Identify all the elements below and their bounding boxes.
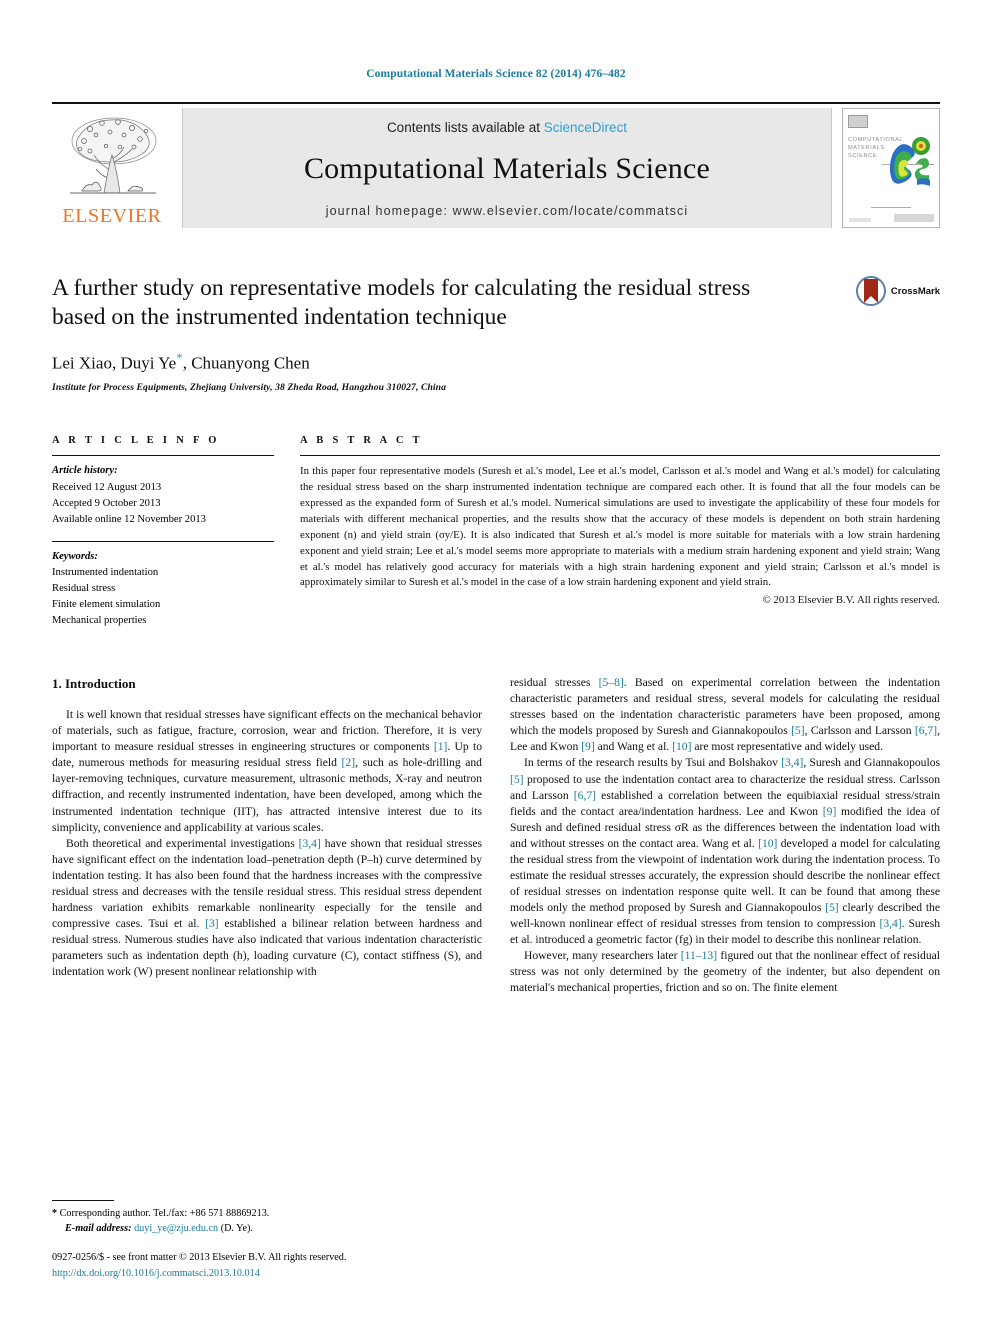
contents-available-line: Contents lists available at ScienceDirec… xyxy=(387,120,627,135)
cover-footer-left xyxy=(849,218,871,222)
article-history-label: Article history: xyxy=(52,465,118,477)
crossmark-icon xyxy=(855,276,886,306)
cover-rule-mid xyxy=(871,207,911,209)
journal-masthead: ELSEVIER Contents lists available at Sci… xyxy=(52,108,940,228)
author-names-first: Lei Xiao, Duyi Ye xyxy=(52,353,177,373)
history-received: Received 12 August 2013 xyxy=(52,481,162,493)
journal-homepage-link[interactable]: journal homepage: www.elsevier.com/locat… xyxy=(326,204,688,218)
title-block: A further study on representative models… xyxy=(52,274,940,393)
abstract-column: A B S T R A C T In this paper four repre… xyxy=(300,435,940,629)
affiliation: Institute for Process Equipments, Zhejia… xyxy=(52,382,446,394)
section-title-introduction: 1. Introduction xyxy=(52,676,136,692)
footnote-corresponding-author: * Corresponding author. Tel./fax: +86 57… xyxy=(52,1206,464,1237)
running-head: Computational Materials Science 82 (2014… xyxy=(366,68,626,80)
article-info-column: A R T I C L E I N F O Article history: R… xyxy=(52,435,300,629)
corresponding-author-text: Corresponding author. Tel./fax: +86 571 … xyxy=(59,1207,270,1219)
abstract-copyright: © 2013 Elsevier B.V. All rights reserved… xyxy=(762,594,940,607)
doi-link[interactable]: http://dx.doi.org/10.1016/j.commatsci.20… xyxy=(52,1266,464,1281)
page-title: A further study on representative models… xyxy=(52,275,751,331)
intro-paragraph-2: Both theoretical and experimental invest… xyxy=(52,836,483,978)
history-available-online: Available online 12 November 2013 xyxy=(52,513,206,525)
email-link[interactable]: duyi_ye@zju.edu.cn xyxy=(134,1223,218,1234)
abstract-text: In this paper four representative models… xyxy=(300,465,940,589)
history-accepted: Accepted 9 October 2013 xyxy=(52,497,161,509)
intro-paragraph-3: residual stresses [5–8]. Based on experi… xyxy=(510,676,940,754)
abstract-heading: A B S T R A C T xyxy=(300,435,423,447)
corresponding-marker: * xyxy=(52,1207,58,1219)
contents-prefix: Contents lists available at xyxy=(386,120,544,135)
sciencedirect-link[interactable]: ScienceDirect xyxy=(544,120,627,135)
intro-paragraph-1: It is well known that residual stresses … xyxy=(52,708,482,834)
author-names-rest: , Chuanyong Chen xyxy=(182,353,310,373)
title-main: A further study on representative models… xyxy=(52,274,856,393)
cover-badge-icon xyxy=(848,115,868,128)
intro-paragraph-5: However, many researchers later [11–13] … xyxy=(510,949,940,995)
issn-line: 0927-0256/$ - see front matter © 2013 El… xyxy=(52,1252,347,1264)
masthead-top-rule xyxy=(52,102,940,104)
keyword-item: Residual stress xyxy=(52,582,116,594)
issn-copyright-block: 0927-0256/$ - see front matter © 2013 El… xyxy=(52,1250,464,1281)
journal-title: Computational Materials Science xyxy=(303,151,711,185)
crossmark-badge[interactable]: CrossMark xyxy=(855,276,940,306)
info-abstract-row: A R T I C L E I N F O Article history: R… xyxy=(52,435,940,629)
email-label: E-mail address: xyxy=(65,1223,132,1235)
elsevier-tree-icon xyxy=(70,117,157,194)
cover-footer-right xyxy=(894,214,934,222)
keywords-label: Keywords: xyxy=(52,550,98,562)
article-info-heading: A R T I C L E I N F O xyxy=(52,435,220,447)
body-column-right: residual stresses [5–8]. Based on experi… xyxy=(510,675,940,996)
elsevier-wordmark: ELSEVIER xyxy=(62,205,162,227)
elsevier-logo: ELSEVIER xyxy=(52,108,172,228)
footnote-rule xyxy=(52,1199,114,1201)
corresponding-author-line: * Corresponding author. Tel./fax: +86 57… xyxy=(52,1206,464,1221)
body-columns: 1. Introduction It is well known that re… xyxy=(52,675,940,996)
keyword-item: Finite element simulation xyxy=(52,599,161,611)
keyword-item: Mechanical properties xyxy=(52,615,147,627)
crossmark-label: CrossMark xyxy=(890,285,940,297)
footnote-zone: * Corresponding author. Tel./fax: +86 57… xyxy=(52,1199,464,1281)
masthead-center-panel: Contents lists available at ScienceDirec… xyxy=(182,108,832,228)
journal-cover-thumbnail: COMPUTATIONAL MATERIALS SCIENCE xyxy=(842,108,940,228)
email-suffix: (D. Ye). xyxy=(218,1223,253,1235)
email-line: E-mail address: duyi_ye@zju.edu.cn (D. Y… xyxy=(52,1221,464,1236)
cover-artwork-icon xyxy=(889,137,930,186)
body-column-left: 1. Introduction It is well known that re… xyxy=(52,675,482,996)
intro-paragraph-4: In terms of the research results by Tsui… xyxy=(510,756,940,946)
article-history-block: Article history: Received 12 August 2013… xyxy=(52,456,274,527)
paper-page: Computational Materials Science 82 (2014… xyxy=(0,0,992,1323)
keywords-block: Keywords: Instrumented indentation Resid… xyxy=(52,542,274,629)
abstract-body: In this paper four representative models… xyxy=(300,456,940,609)
author-list: Lei Xiao, Duyi Ye*, Chuanyong Chen xyxy=(52,350,856,374)
keyword-item: Instrumented indentation xyxy=(52,566,159,578)
